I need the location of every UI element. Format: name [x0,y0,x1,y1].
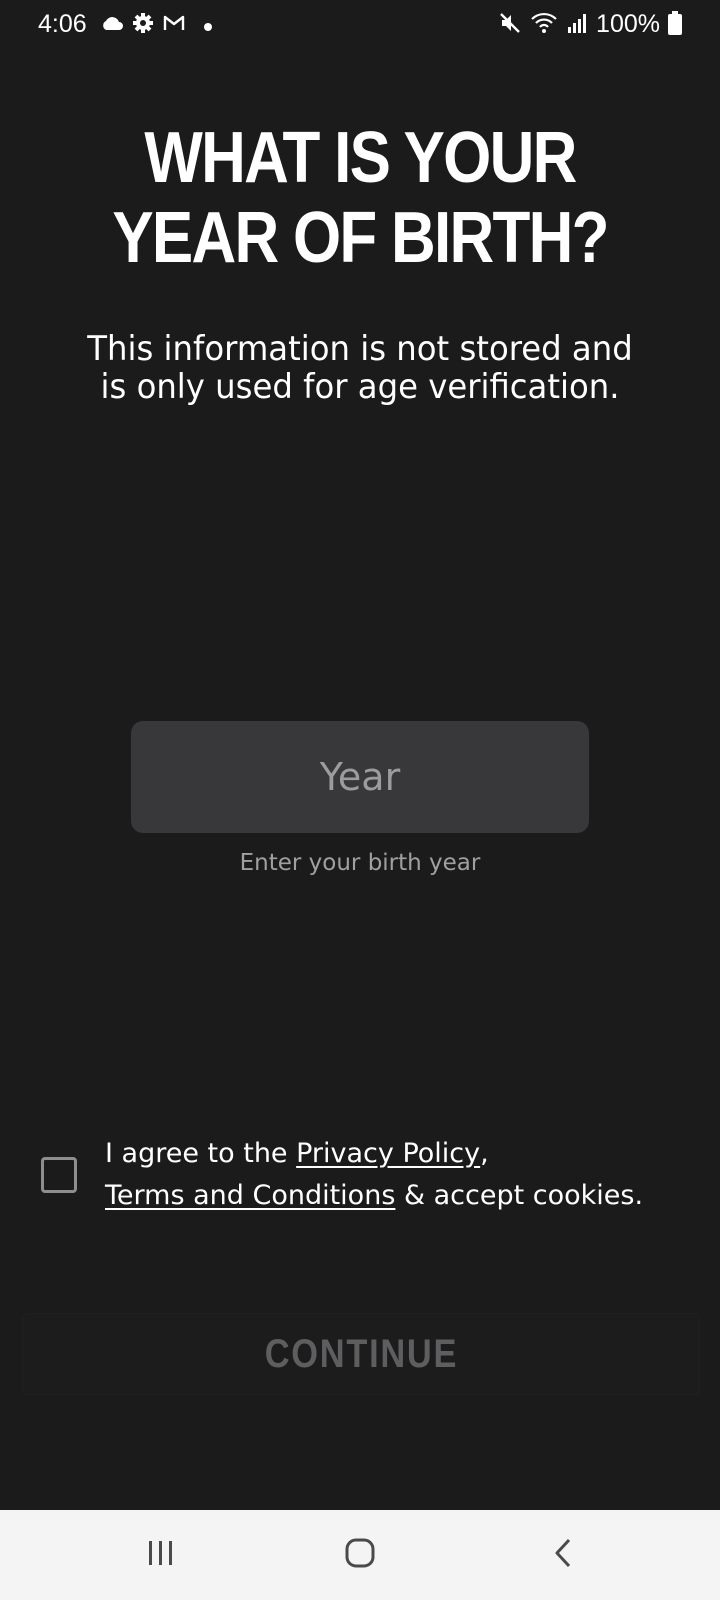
battery-icon [668,10,682,39]
agreement-suffix: & accept cookies. [395,1180,644,1211]
page-subtitle-line-2: is only used for age verification. [100,367,620,407]
page-title-line-2: YEAR OF BIRTH? [112,198,609,278]
continue-label: CONTINUE [264,1331,458,1376]
page-subtitle: This information is not stored and is on… [56,330,664,406]
gmail-icon [162,13,186,37]
signal-icon [566,12,588,38]
age-verification-screen: 4:06 100% WHAT IS YOUR YEAR OF BIRTH? Th… [0,0,720,1600]
agree-checkbox[interactable] [41,1157,77,1193]
cloud-icon [100,15,124,35]
back-icon [551,1537,575,1573]
status-bar: 4:06 100% [0,0,720,52]
status-time: 4:06 [38,10,87,38]
wifi-icon [530,11,558,39]
mute-icon [498,11,522,39]
back-button[interactable] [533,1530,593,1580]
navigation-bar [0,1510,720,1600]
year-input[interactable] [131,721,589,833]
battery-percentage: 100% [596,10,660,38]
gear-icon [132,12,154,38]
agreement-comma: , [480,1138,489,1169]
year-helper-text: Enter your birth year [239,850,481,876]
continue-button[interactable]: CONTINUE [22,1313,700,1395]
status-notification-icons [100,12,212,38]
terms-link[interactable]: Terms and Conditions [105,1180,395,1211]
recent-apps-button[interactable] [131,1530,191,1580]
page-title: WHAT IS YOUR YEAR OF BIRTH? [50,118,669,278]
home-icon [344,1537,376,1573]
home-button[interactable] [330,1530,390,1580]
dot-icon [204,16,212,35]
status-system-icons: 100% [498,10,682,39]
recent-apps-icon [146,1538,176,1572]
agreement-prefix: I agree to the [105,1138,297,1169]
page-title-line-1: WHAT IS YOUR [144,118,577,198]
agreement-text: I agree to the Privacy Policy, Terms and… [105,1133,705,1217]
privacy-policy-link[interactable]: Privacy Policy [296,1138,480,1169]
page-subtitle-line-1: This information is not stored and [87,329,633,369]
